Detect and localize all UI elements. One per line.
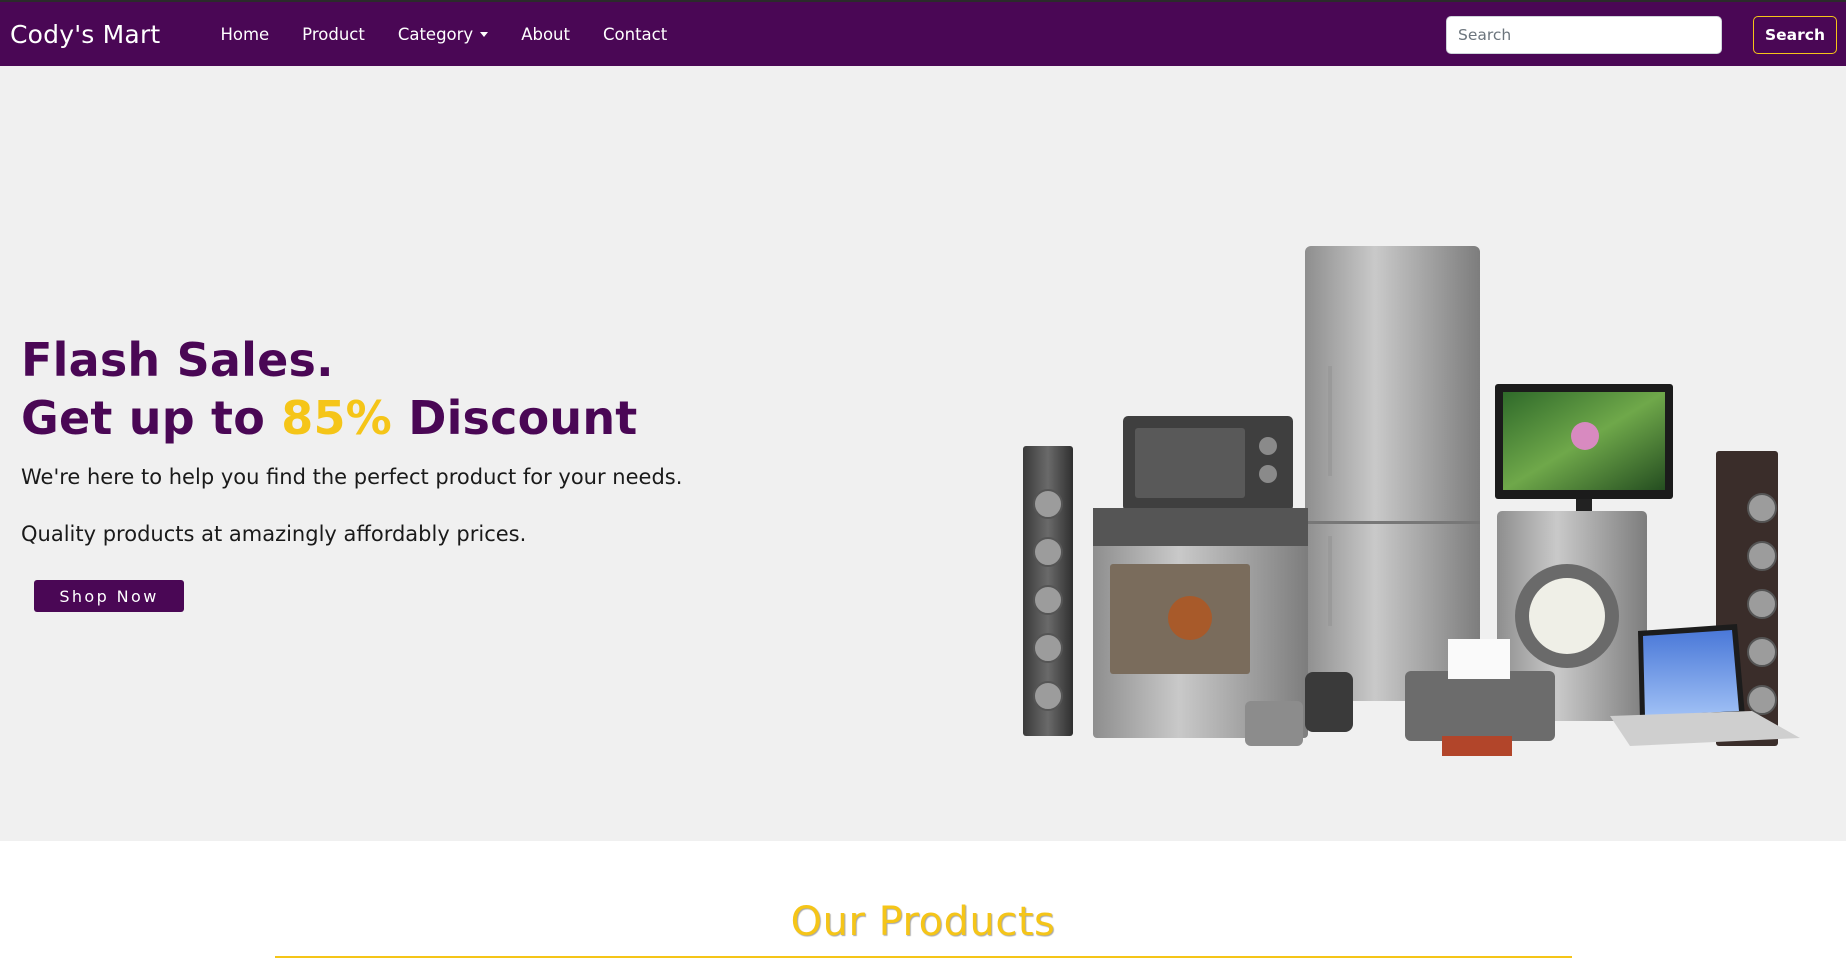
nav-links: Home Product Category About Contact [220, 25, 700, 44]
hero-tagline-2: Quality products at amazingly affordably… [21, 522, 527, 546]
products-title: Our Products [790, 899, 1056, 945]
hero-title-suffix: Discount [391, 391, 638, 445]
nav-category-dropdown[interactable]: Category [397, 24, 489, 44]
hero-tagline-1: We're here to help you find the perfect … [21, 465, 683, 489]
shop-now-button[interactable]: Shop Now [34, 580, 184, 612]
appliances-image [1023, 246, 1800, 756]
hero-title-prefix: Get up to [21, 391, 282, 445]
products-divider [275, 956, 1572, 958]
nav-about[interactable]: About [521, 25, 570, 44]
hero-banner: Flash Sales. Get up to 85% Discount We'r… [0, 66, 1846, 841]
nav-product[interactable]: Product [302, 25, 365, 44]
caret-down-icon [480, 31, 489, 37]
hero-discount-percent: 85% [281, 391, 392, 445]
hero-text: Flash Sales. Get up to 85% Discount We'r… [21, 331, 682, 612]
search-input[interactable] [1445, 16, 1722, 54]
nav-home[interactable]: Home [220, 25, 269, 44]
search-button[interactable]: Search [1752, 16, 1837, 54]
navbar: Cody's Mart Home Product Category About … [0, 2, 1846, 66]
brand-logo[interactable]: Cody's Mart [10, 20, 160, 49]
hero-title: Flash Sales. Get up to 85% Discount [21, 331, 682, 447]
products-section: Our Products [0, 841, 1846, 971]
nav-category-label: Category [397, 24, 474, 44]
hero-title-line1: Flash Sales. [21, 333, 334, 387]
nav-contact[interactable]: Contact [603, 25, 667, 44]
hero-title-line2: Get up to 85% Discount [21, 389, 682, 447]
search-form: Search [1445, 16, 1837, 54]
